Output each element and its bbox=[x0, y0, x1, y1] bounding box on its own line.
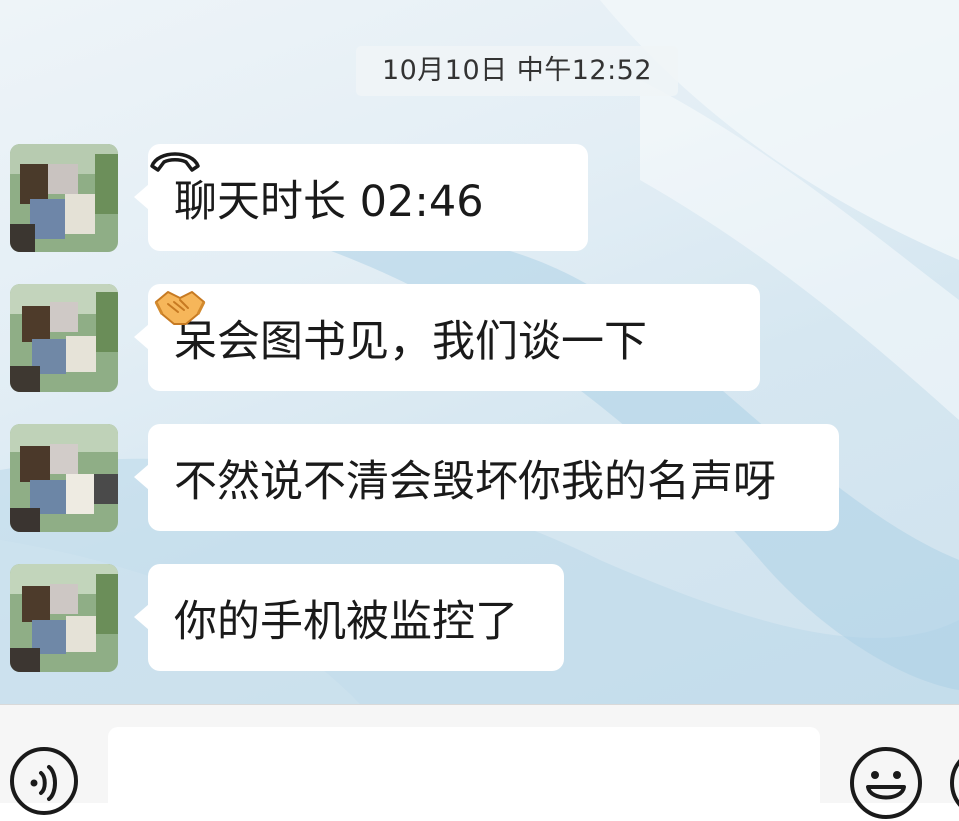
message-input[interactable] bbox=[108, 727, 820, 817]
message-bubble[interactable]: 不然说不清会毁坏你我的名声呀 bbox=[134, 424, 839, 531]
contact-avatar[interactable] bbox=[10, 284, 118, 392]
contact-avatar[interactable] bbox=[10, 564, 118, 672]
message-text: 不然说不清会毁坏你我的名声呀 bbox=[174, 456, 776, 507]
avatar-image bbox=[10, 284, 118, 392]
message-timestamp: 10月10日 中午12:52 bbox=[356, 46, 678, 96]
message-text: 你的手机被监控了 bbox=[174, 596, 518, 647]
call-duration-text: 聊天时长 02:46 bbox=[174, 176, 484, 227]
handshake-emoji-icon bbox=[154, 291, 206, 325]
message-text: 呆会图书见，我们谈一下 bbox=[174, 316, 647, 367]
avatar-image bbox=[10, 564, 118, 672]
smiley-icon[interactable] bbox=[848, 745, 924, 821]
message-bubble[interactable]: 呆会图书见，我们谈一下 bbox=[134, 284, 760, 391]
avatar-image bbox=[10, 144, 118, 252]
contact-avatar[interactable] bbox=[10, 144, 118, 252]
message-bubble[interactable]: 你的手机被监控了 bbox=[134, 564, 564, 671]
phone-hangup-icon bbox=[150, 152, 200, 172]
message-bubble-call[interactable]: 聊天时长 02:46 bbox=[134, 144, 588, 251]
chat-input-bar bbox=[0, 704, 959, 819]
avatar-image bbox=[10, 424, 118, 532]
plus-icon[interactable] bbox=[950, 745, 959, 821]
chat-background: 10月10日 中午12:52 聊天时长 02:46 呆会图书见，我们谈一下 不然… bbox=[0, 0, 959, 704]
voice-icon[interactable] bbox=[8, 745, 80, 817]
contact-avatar[interactable] bbox=[10, 424, 118, 532]
